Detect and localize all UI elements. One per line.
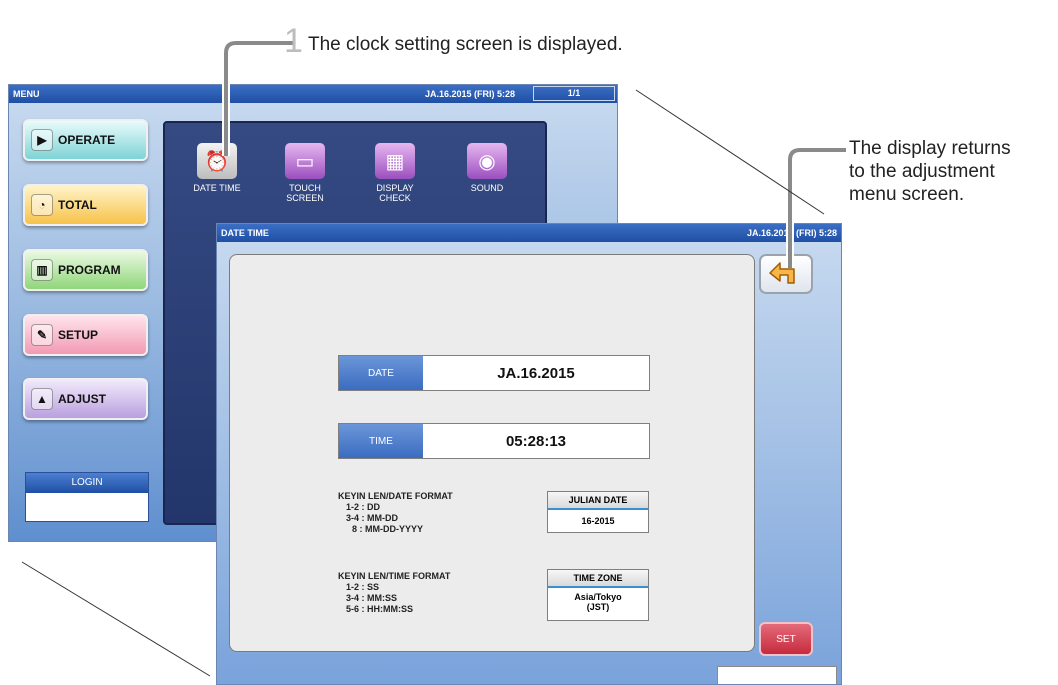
touch-screen-icon: ▭ (285, 143, 325, 179)
bottom-status-box (717, 666, 837, 684)
time-zone-box[interactable]: TIME ZONE Asia/Tokyo (JST) (547, 569, 649, 621)
time-zone-label: TIME ZONE (548, 570, 648, 588)
date-time-title: DATE TIME (221, 228, 269, 238)
date-time-menu-icon[interactable]: ⏰ DATE TIME (177, 143, 257, 193)
total-label: TOTAL (58, 198, 97, 212)
login-box[interactable]: LOGIN (25, 472, 149, 522)
return-caption-line: The display returns (849, 138, 1011, 159)
program-label: PROGRAM (58, 263, 121, 277)
time-zone-abbrev: (JST) (586, 602, 610, 612)
date-time-header-datetime: JA.16.2015 (FRI) 5:28 (746, 228, 837, 238)
menu-datetime: JA.16.2015 (FRI) 5:28 (425, 89, 516, 99)
date-row[interactable]: DATE JA.16.2015 (338, 355, 650, 391)
clock-settings-panel: DATE JA.16.2015 TIME 05:28:13 KEYIN LEN/… (229, 254, 755, 652)
time-format-heading: KEYIN LEN/TIME FORMAT (338, 571, 451, 581)
adjust-button[interactable]: ▲ ADJUST (23, 378, 148, 420)
display-check-icon-label-2: CHECK (379, 193, 411, 203)
return-arrow-icon (769, 262, 795, 284)
display-check-icon-label-1: DISPLAY (376, 183, 414, 193)
step-number: 1 (284, 22, 303, 60)
display-check-menu-icon[interactable]: ▦ DISPLAY CHECK (355, 143, 435, 203)
menu-titlebar: MENU JA.16.2015 (FRI) 5:28 1/1 (9, 85, 617, 103)
calendar-clock-icon: ⏰ (197, 143, 237, 179)
step-1-caption: The clock setting screen is displayed. (308, 34, 623, 55)
time-zone-value: Asia/Tokyo (574, 592, 622, 602)
julian-date-label: JULIAN DATE (548, 492, 648, 510)
touch-screen-icon-label-2: SCREEN (286, 193, 324, 203)
date-label[interactable]: DATE (339, 356, 423, 390)
sound-icon-label: SOUND (470, 183, 504, 193)
back-button[interactable] (759, 254, 813, 294)
touch-screen-menu-icon[interactable]: ▭ TOUCH SCREEN (265, 143, 345, 203)
time-label[interactable]: TIME (339, 424, 423, 458)
julian-date-value: 16-2015 (581, 516, 615, 526)
date-time-screen: DATE TIME JA.16.2015 (FRI) 5:28 DATE JA.… (216, 223, 842, 685)
menu-title: MENU (13, 89, 40, 99)
return-caption-line: menu screen. (849, 184, 965, 205)
time-format-line: 5-6 : HH:MM:SS (346, 604, 413, 614)
date-format-line: 1-2 : DD (346, 502, 381, 512)
julian-date-box: JULIAN DATE 16-2015 (547, 491, 649, 533)
operate-label: OPERATE (58, 133, 116, 147)
return-caption-line: to the adjustment (849, 161, 995, 182)
touch-screen-icon-label-1: TOUCH (289, 183, 321, 193)
time-value[interactable]: 05:28:13 (423, 424, 649, 458)
login-label: LOGIN (26, 473, 148, 493)
operate-button[interactable]: ▶ OPERATE (23, 119, 148, 161)
date-format-line: 8 : MM-DD-YYYY (352, 524, 424, 534)
adjust-icon: ▲ (31, 388, 53, 410)
play-icon: ▶ (31, 129, 53, 151)
time-format-help: KEYIN LEN/TIME FORMAT 1-2 : SS 3-4 : MM:… (338, 571, 450, 615)
page-indicator: 1/1 (533, 86, 615, 101)
wrench-icon: ✎ (31, 324, 53, 346)
date-format-heading: KEYIN LEN/DATE FORMAT (338, 491, 453, 501)
total-button[interactable]: ◔ TOTAL (23, 184, 148, 226)
time-format-line: 1-2 : SS (346, 582, 380, 592)
sound-menu-icon[interactable]: ◉ SOUND (447, 143, 527, 193)
clock-icon: ◔ (31, 194, 53, 216)
program-button[interactable]: ▥ PROGRAM (23, 249, 148, 291)
setup-button[interactable]: ✎ SETUP (23, 314, 148, 356)
date-time-titlebar: DATE TIME JA.16.2015 (FRI) 5:28 (217, 224, 841, 242)
date-time-icon-label: DATE TIME (193, 183, 241, 193)
return-caption: The display returns to the adjustment me… (849, 137, 1011, 206)
time-format-line: 3-4 : MM:SS (346, 593, 398, 603)
adjust-label: ADJUST (58, 392, 107, 406)
display-check-icon: ▦ (375, 143, 415, 179)
date-value[interactable]: JA.16.2015 (423, 356, 649, 390)
setup-label: SETUP (58, 328, 99, 342)
date-format-line: 3-4 : MM-DD (346, 513, 398, 523)
set-button[interactable]: SET (759, 622, 813, 656)
time-row[interactable]: TIME 05:28:13 (338, 423, 650, 459)
date-format-help: KEYIN LEN/DATE FORMAT 1-2 : DD 3-4 : MM-… (338, 491, 453, 535)
book-icon: ▥ (31, 259, 53, 281)
speaker-icon: ◉ (467, 143, 507, 179)
